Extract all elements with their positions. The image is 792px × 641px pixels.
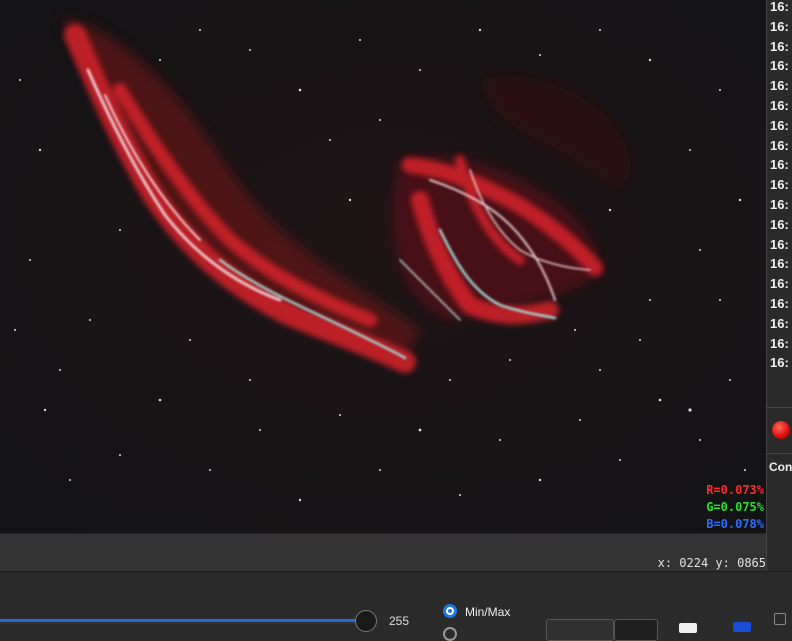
green-channel-stat: G=0.075% xyxy=(706,500,764,514)
stretch-slider-thumb[interactable] xyxy=(355,610,377,632)
white-tool-icon[interactable] xyxy=(679,623,697,633)
log-line: 16: xyxy=(770,157,789,173)
bottom-control-bar: 255 Min/Max xyxy=(0,571,792,641)
log-line: 16: xyxy=(770,236,789,252)
log-line: 16: xyxy=(770,177,789,193)
log-line: 16: xyxy=(770,137,789,153)
log-line: 16: xyxy=(770,98,789,113)
panel-toggle-icon[interactable] xyxy=(774,613,786,625)
log-line: 16: xyxy=(770,276,789,292)
log-line: 16: xyxy=(770,355,789,371)
log-line: 16: xyxy=(770,78,789,94)
minmax-radio[interactable] xyxy=(443,604,457,618)
log-line: 16: xyxy=(770,0,789,14)
record-button[interactable] xyxy=(772,421,790,439)
log-line: 16: xyxy=(770,58,789,74)
nebula-image xyxy=(0,0,766,533)
minmax-radio-label[interactable]: Min/Max xyxy=(465,605,510,619)
alt-stretch-radio[interactable] xyxy=(443,627,457,641)
log-panel[interactable]: 16: 16: 16: 16: 16: 16: 16: 16: 16: 16: 16: 16: 16: 1… xyxy=(766,0,792,571)
log-line: 16: xyxy=(770,216,789,232)
toolbar-button-dark[interactable] xyxy=(614,619,658,641)
toolbar-button[interactable] xyxy=(546,619,614,641)
log-line: 16: xyxy=(770,335,789,351)
log-line: 16: xyxy=(770,197,789,212)
image-status-bar: x: 0224 y: 0865 xyxy=(0,533,766,572)
panel-divider xyxy=(767,453,792,454)
stretch-slider-value: 255 xyxy=(389,614,410,628)
panel-divider xyxy=(767,407,792,408)
log-line: 16: xyxy=(770,117,789,133)
cursor-coordinates: x: 0224 y: 0865 xyxy=(657,556,766,570)
log-line: 16: xyxy=(770,315,789,331)
log-line: 16: xyxy=(770,256,789,272)
channel-stats: R=0.073% G=0.075% B=0.078% xyxy=(706,482,764,533)
blue-channel-stat: B=0.078% xyxy=(706,517,764,531)
log-line: 16: xyxy=(770,18,789,34)
log-line: 16: xyxy=(770,296,789,311)
log-line: 16: xyxy=(770,38,789,54)
stretch-slider-shadow xyxy=(0,623,365,624)
image-viewport[interactable]: R=0.073% G=0.075% B=0.078% xyxy=(0,0,767,533)
red-channel-stat: R=0.073% xyxy=(706,483,764,497)
console-tab-label[interactable]: Con xyxy=(769,460,792,474)
stretch-slider-track[interactable] xyxy=(0,619,365,622)
